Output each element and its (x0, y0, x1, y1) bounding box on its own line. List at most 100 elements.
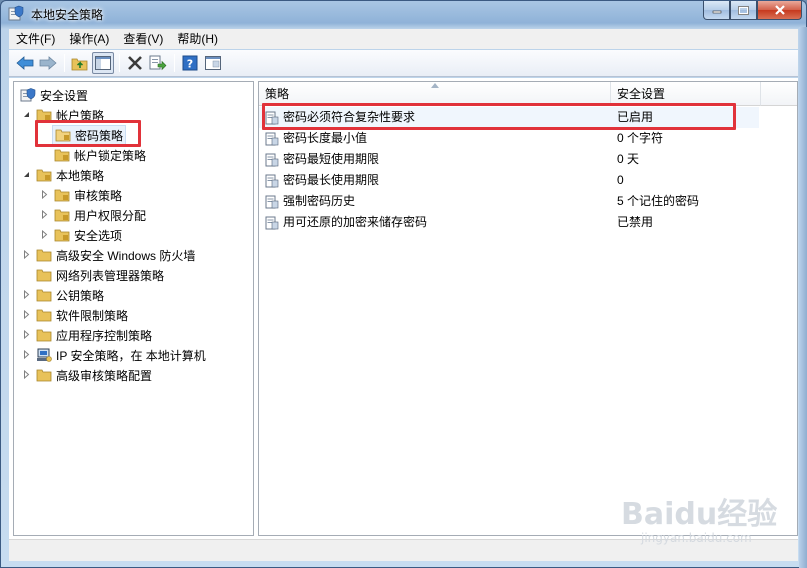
folder-icon (36, 249, 52, 262)
row-setting-text: 0 (617, 173, 624, 187)
tree-item-firewall[interactable]: 高级安全 Windows 防火墙 (36, 245, 195, 265)
table-row[interactable]: 密码长度最小值 0 个字符 (259, 128, 759, 149)
tree-item-audit-policy[interactable]: 审核策略 (54, 185, 122, 205)
show-hide-tree-icon (95, 56, 111, 70)
back-button[interactable] (14, 52, 36, 74)
expand-arrow-icon[interactable] (22, 330, 31, 339)
main-window: 本地安全策略 文件(F) 操作(A) 查看(V) 帮助(H) ? 安全设置 帐户… (0, 0, 807, 568)
tree-item-label: IP 安全策略，在 本地计算机 (56, 348, 206, 363)
toolbar-separator (174, 54, 175, 72)
delete-button[interactable] (124, 52, 146, 74)
policy-icon (265, 153, 279, 166)
title-bar[interactable]: 本地安全策略 (1, 1, 806, 27)
watermark-logo: Baidu经验 (621, 497, 778, 532)
policy-icon (265, 216, 279, 229)
tree-item-account-lockout-policy[interactable]: 帐户锁定策略 (54, 145, 146, 165)
show-hide-tree-button[interactable] (92, 52, 114, 74)
tree-item-ipsec[interactable]: IP 安全策略，在 本地计算机 (36, 345, 206, 365)
watermark-url: jingyan.baidu.com (641, 531, 752, 545)
folder-icon (54, 209, 70, 222)
policy-icon (265, 174, 279, 187)
tree-item-local-policies[interactable]: 本地策略 (36, 165, 104, 185)
svg-text:?: ? (187, 58, 193, 71)
tree-item-public-key[interactable]: 公钥策略 (36, 285, 104, 305)
tree-item-label: 用户权限分配 (74, 208, 147, 223)
tree-item-user-rights[interactable]: 用户权限分配 (54, 205, 146, 225)
close-button[interactable] (757, 1, 802, 20)
tree-item-security-settings[interactable]: 安全设置 (20, 85, 88, 105)
expand-arrow-icon[interactable] (22, 350, 31, 359)
row-policy-cell: 密码最短使用期限 (265, 149, 379, 170)
delete-icon (128, 56, 142, 70)
tree-item-label: 帐户锁定策略 (74, 148, 147, 163)
up-one-level-button[interactable] (69, 52, 91, 74)
minimize-button[interactable] (703, 1, 730, 20)
expand-arrow-icon[interactable] (40, 190, 49, 199)
table-row[interactable]: 强制密码历史 5 个记住的密码 (259, 191, 759, 212)
minimize-icon (712, 10, 721, 14)
forward-arrow-icon (39, 56, 57, 70)
table-row[interactable]: 用可还原的加密来储存密码 已禁用 (259, 212, 759, 233)
policy-icon (265, 195, 279, 208)
tree-item-label: 高级安全 Windows 防火墙 (56, 248, 196, 263)
expand-arrow-icon[interactable] (40, 210, 49, 219)
collapse-arrow-icon[interactable] (22, 110, 31, 119)
row-setting-text: 0 天 (617, 152, 640, 166)
tree-item-label: 审核策略 (74, 188, 123, 203)
toolbar: ? (9, 50, 798, 77)
properties-button[interactable] (202, 52, 224, 74)
tree-item-label: 网络列表管理器策略 (56, 268, 165, 283)
expand-arrow-icon[interactable] (22, 310, 31, 319)
table-row[interactable]: 密码最短使用期限 0 天 (259, 149, 759, 170)
expand-arrow-icon[interactable] (22, 370, 31, 379)
toolbar-separator (64, 54, 65, 72)
toolbar-separator (119, 54, 120, 72)
row-policy-cell: 密码长度最小值 (265, 128, 367, 149)
folder-icon (36, 169, 52, 182)
maximize-button[interactable] (730, 1, 757, 20)
tree-item-label: 软件限制策略 (56, 308, 129, 323)
folder-icon (36, 329, 52, 342)
expand-arrow-icon[interactable] (22, 290, 31, 299)
expand-arrow-icon[interactable] (22, 250, 31, 259)
tree-item-label: 本地策略 (56, 168, 105, 183)
caption-buttons (703, 1, 802, 20)
forward-button[interactable] (37, 52, 59, 74)
tree-item-advanced-audit[interactable]: 高级审核策略配置 (36, 365, 152, 385)
menu-help[interactable]: 帮助(H) (170, 29, 225, 49)
tree-item-security-options[interactable]: 安全选项 (54, 225, 122, 245)
expand-arrow-icon[interactable] (40, 230, 49, 239)
row-setting-text: 已禁用 (617, 215, 654, 229)
export-list-button[interactable] (147, 52, 169, 74)
tree-item-software-restriction[interactable]: 软件限制策略 (36, 305, 128, 325)
collapse-arrow-icon[interactable] (22, 170, 31, 179)
row-policy-cell: 用可还原的加密来储存密码 (265, 212, 427, 233)
up-folder-icon (71, 58, 88, 71)
row-setting-text: 5 个记住的密码 (617, 194, 700, 208)
tree-item-label: 应用程序控制策略 (56, 328, 153, 343)
menu-file[interactable]: 文件(F) (9, 29, 62, 49)
tree-item-label: 安全设置 (40, 88, 89, 103)
policy-list: 策略 安全设置 密码必须符合复杂性要求 已启用 密码长度最小值 0 个字符 密码… (258, 81, 798, 536)
folder-icon (54, 149, 70, 162)
menu-bar: 文件(F) 操作(A) 查看(V) 帮助(H) (9, 29, 798, 49)
table-row[interactable]: 密码最长使用期限 0 (259, 170, 759, 191)
column-header-empty (761, 82, 797, 106)
tree-item-app-control[interactable]: 应用程序控制策略 (36, 325, 152, 345)
ipsec-computer-icon (37, 348, 52, 362)
navigation-tree: 安全设置 帐户策略 密码策略 帐户锁定策略 本地策略 审核策略 用户权限分配 安… (13, 81, 254, 536)
tree-item-label: 高级审核策略配置 (56, 368, 153, 383)
menu-view[interactable]: 查看(V) (116, 29, 170, 49)
highlight-box (35, 120, 141, 147)
folder-icon (36, 369, 52, 382)
tree-item-network-list[interactable]: 网络列表管理器策略 (36, 265, 164, 285)
row-policy-text: 强制密码历史 (283, 194, 356, 208)
row-policy-cell: 强制密码历史 (265, 191, 355, 212)
tree-item-label: 安全选项 (74, 228, 123, 243)
column-header-label: 策略 (265, 87, 290, 101)
window-edge (799, 27, 807, 568)
menu-action[interactable]: 操作(A) (62, 29, 116, 49)
sort-ascending-icon (431, 83, 439, 88)
help-button[interactable]: ? (179, 52, 201, 74)
close-icon (774, 5, 785, 15)
